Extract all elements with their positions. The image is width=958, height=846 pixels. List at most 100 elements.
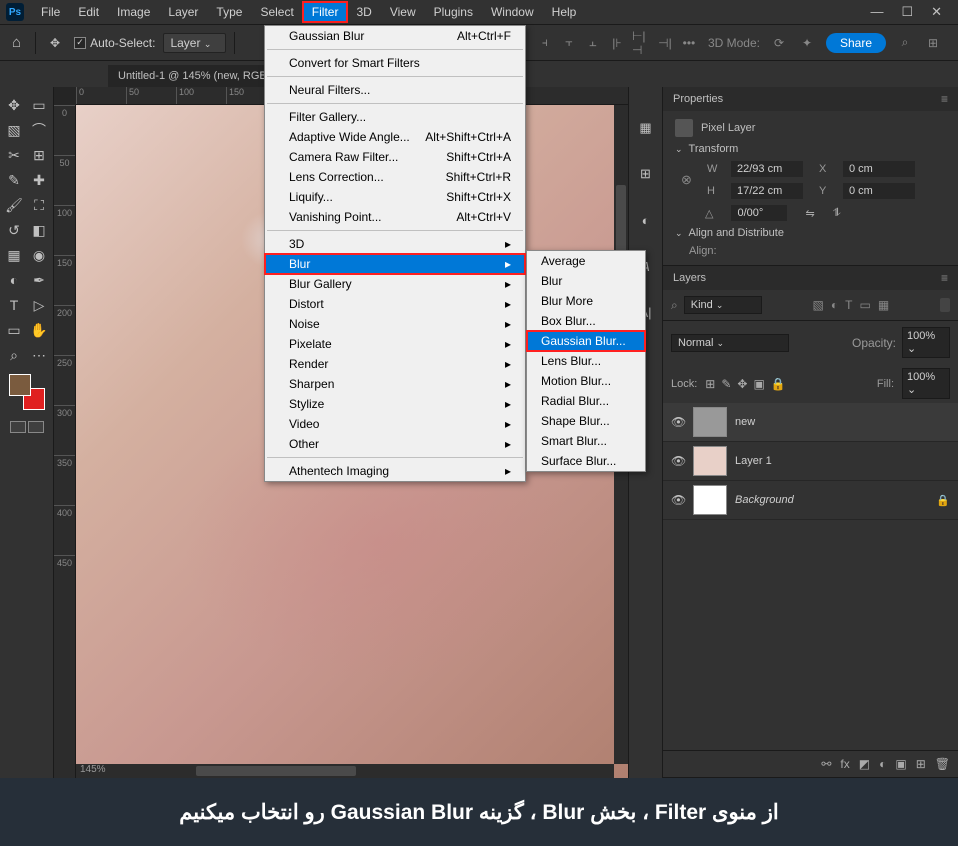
- layer-thumbnail[interactable]: [693, 485, 727, 515]
- filter-group-distort[interactable]: Distort▸: [265, 294, 525, 314]
- menu-file[interactable]: File: [32, 2, 69, 22]
- stamp-tool[interactable]: ⛶: [27, 193, 51, 217]
- brush-tool[interactable]: 🖌: [2, 193, 26, 217]
- filter-vanishing[interactable]: Vanishing Point...Alt+Ctrl+V: [265, 207, 525, 227]
- filter-lens[interactable]: Lens Correction...Shift+Ctrl+R: [265, 167, 525, 187]
- lock-aspect-icon[interactable]: ⊗: [681, 172, 699, 188]
- align-right-icon[interactable]: ⊣|: [656, 34, 674, 52]
- blur-gaussian[interactable]: Gaussian Blur...: [527, 331, 645, 351]
- healing-tool[interactable]: ✚: [27, 168, 51, 192]
- align-vcenter-icon[interactable]: ⫟: [560, 34, 578, 52]
- filter-group-sharpen[interactable]: Sharpen▸: [265, 374, 525, 394]
- eraser-tool[interactable]: ◧: [27, 218, 51, 242]
- lock-move-icon[interactable]: ✥: [737, 377, 747, 391]
- hand-tool[interactable]: ✋: [27, 318, 51, 342]
- align-top-icon[interactable]: ⫞: [536, 34, 554, 52]
- flip-h-icon[interactable]: ⇋: [805, 207, 814, 220]
- blur-lens[interactable]: Lens Blur...: [527, 351, 645, 371]
- opacity-input[interactable]: 100% ⌄: [902, 327, 950, 358]
- layer-row[interactable]: 👁 Background 🔒: [663, 481, 958, 520]
- adjustment-icon[interactable]: ◐: [879, 757, 886, 771]
- lock-all-icon[interactable]: 🔒: [771, 377, 786, 391]
- align-section[interactable]: ⌄Align and Distribute: [675, 221, 946, 245]
- layer-name[interactable]: new: [735, 416, 950, 428]
- foreground-color[interactable]: [9, 374, 31, 396]
- filter-last[interactable]: Gaussian BlurAlt+Ctrl+F: [265, 26, 525, 46]
- blur-tool[interactable]: ◉: [27, 243, 51, 267]
- x-input[interactable]: 0 cm: [843, 161, 915, 177]
- dodge-tool[interactable]: ◐: [2, 268, 26, 292]
- auto-select-target[interactable]: Layer ⌄: [163, 33, 226, 53]
- menu-help[interactable]: Help: [543, 2, 586, 22]
- frame-tool[interactable]: ⊞: [27, 143, 51, 167]
- blur-box[interactable]: Box Blur...: [527, 311, 645, 331]
- zoom-tool[interactable]: ⌕: [2, 343, 26, 367]
- filter-group-render[interactable]: Render▸: [265, 354, 525, 374]
- auto-select-checkbox[interactable]: ✓: [74, 37, 86, 49]
- layers-tab[interactable]: Layers≡: [663, 266, 958, 290]
- minimize-icon[interactable]: —: [870, 4, 883, 20]
- filter-toggle[interactable]: [940, 298, 950, 312]
- menu-layer[interactable]: Layer: [159, 2, 207, 22]
- lock-position-icon[interactable]: ✎: [721, 377, 731, 391]
- ruler-vertical[interactable]: 050100150200250300350400450: [54, 105, 76, 778]
- blur-blur[interactable]: Blur: [527, 271, 645, 291]
- fx-icon[interactable]: fx: [840, 757, 849, 771]
- blur-radial[interactable]: Radial Blur...: [527, 391, 645, 411]
- menu-type[interactable]: Type: [207, 2, 251, 22]
- filter-group-blur-gallery[interactable]: Blur Gallery▸: [265, 274, 525, 294]
- menu-image[interactable]: Image: [108, 2, 159, 22]
- lasso-tool[interactable]: ⌒: [27, 118, 51, 142]
- color-swatches[interactable]: [9, 374, 45, 410]
- properties-tab[interactable]: Properties≡: [663, 87, 958, 111]
- filter-adjust-icon[interactable]: ◐: [831, 298, 838, 312]
- lock-pixels-icon[interactable]: ⊞: [705, 377, 715, 391]
- search-icon[interactable]: ⌕: [896, 34, 914, 52]
- maximize-icon[interactable]: ☐: [901, 4, 913, 20]
- path-select-tool[interactable]: ▷: [27, 293, 51, 317]
- link-layers-icon[interactable]: ⚯: [821, 757, 831, 771]
- blur-shape[interactable]: Shape Blur...: [527, 411, 645, 431]
- move-tool-icon[interactable]: ✥: [44, 32, 66, 54]
- orbit-icon[interactable]: ⟳: [770, 34, 788, 52]
- eyedropper-tool[interactable]: ✎: [2, 168, 26, 192]
- panel-menu-icon[interactable]: ≡: [941, 92, 948, 106]
- filter-group-noise[interactable]: Noise▸: [265, 314, 525, 334]
- menu-plugins[interactable]: Plugins: [425, 2, 482, 22]
- layer-thumbnail[interactable]: [693, 407, 727, 437]
- filter-liquify[interactable]: Liquify...Shift+Ctrl+X: [265, 187, 525, 207]
- filter-pixel-icon[interactable]: ▧: [813, 298, 824, 312]
- mask-icon[interactable]: ◩: [859, 757, 870, 771]
- menu-select[interactable]: Select: [251, 2, 302, 22]
- filter-adaptive[interactable]: Adaptive Wide Angle...Alt+Shift+Ctrl+A: [265, 127, 525, 147]
- move-tool[interactable]: ✥: [2, 93, 26, 117]
- scrollbar-horizontal[interactable]: [76, 764, 614, 778]
- align-hcenter-icon[interactable]: ⊢|⊣: [632, 34, 650, 52]
- filter-gallery[interactable]: Filter Gallery...: [265, 107, 525, 127]
- layer-row[interactable]: 👁 new: [663, 403, 958, 442]
- layer-name[interactable]: Background: [735, 494, 928, 506]
- align-bottom-icon[interactable]: ⫠: [584, 34, 602, 52]
- blur-smart[interactable]: Smart Blur...: [527, 431, 645, 451]
- edit-toolbar[interactable]: ⋯: [27, 343, 51, 367]
- close-icon[interactable]: ✕: [931, 4, 942, 20]
- filter-kind-select[interactable]: Kind ⌄: [684, 296, 762, 314]
- status-zoom[interactable]: 145%: [76, 764, 110, 778]
- filter-shape-icon[interactable]: ▭: [859, 298, 870, 312]
- menu-filter[interactable]: Filter: [303, 2, 348, 22]
- crop-tool[interactable]: ✂: [2, 143, 26, 167]
- adjustments-panel-icon[interactable]: ◐: [635, 209, 657, 231]
- share-button[interactable]: Share: [826, 33, 886, 53]
- visibility-icon[interactable]: 👁: [671, 493, 685, 507]
- marquee-tool[interactable]: ▧: [2, 118, 26, 142]
- visibility-icon[interactable]: 👁: [671, 454, 685, 468]
- more-icon[interactable]: •••: [680, 34, 698, 52]
- pan-3d-icon[interactable]: ✦: [798, 34, 816, 52]
- menu-edit[interactable]: Edit: [69, 2, 108, 22]
- lock-artboard-icon[interactable]: ▣: [753, 377, 764, 391]
- workspace-icon[interactable]: ⊞: [924, 34, 942, 52]
- quick-mask-toggle[interactable]: [10, 421, 44, 433]
- filter-group-blur[interactable]: Blur▸: [265, 254, 525, 274]
- pen-tool[interactable]: ✒: [27, 268, 51, 292]
- filter-athentech[interactable]: Athentech Imaging▸: [265, 461, 525, 481]
